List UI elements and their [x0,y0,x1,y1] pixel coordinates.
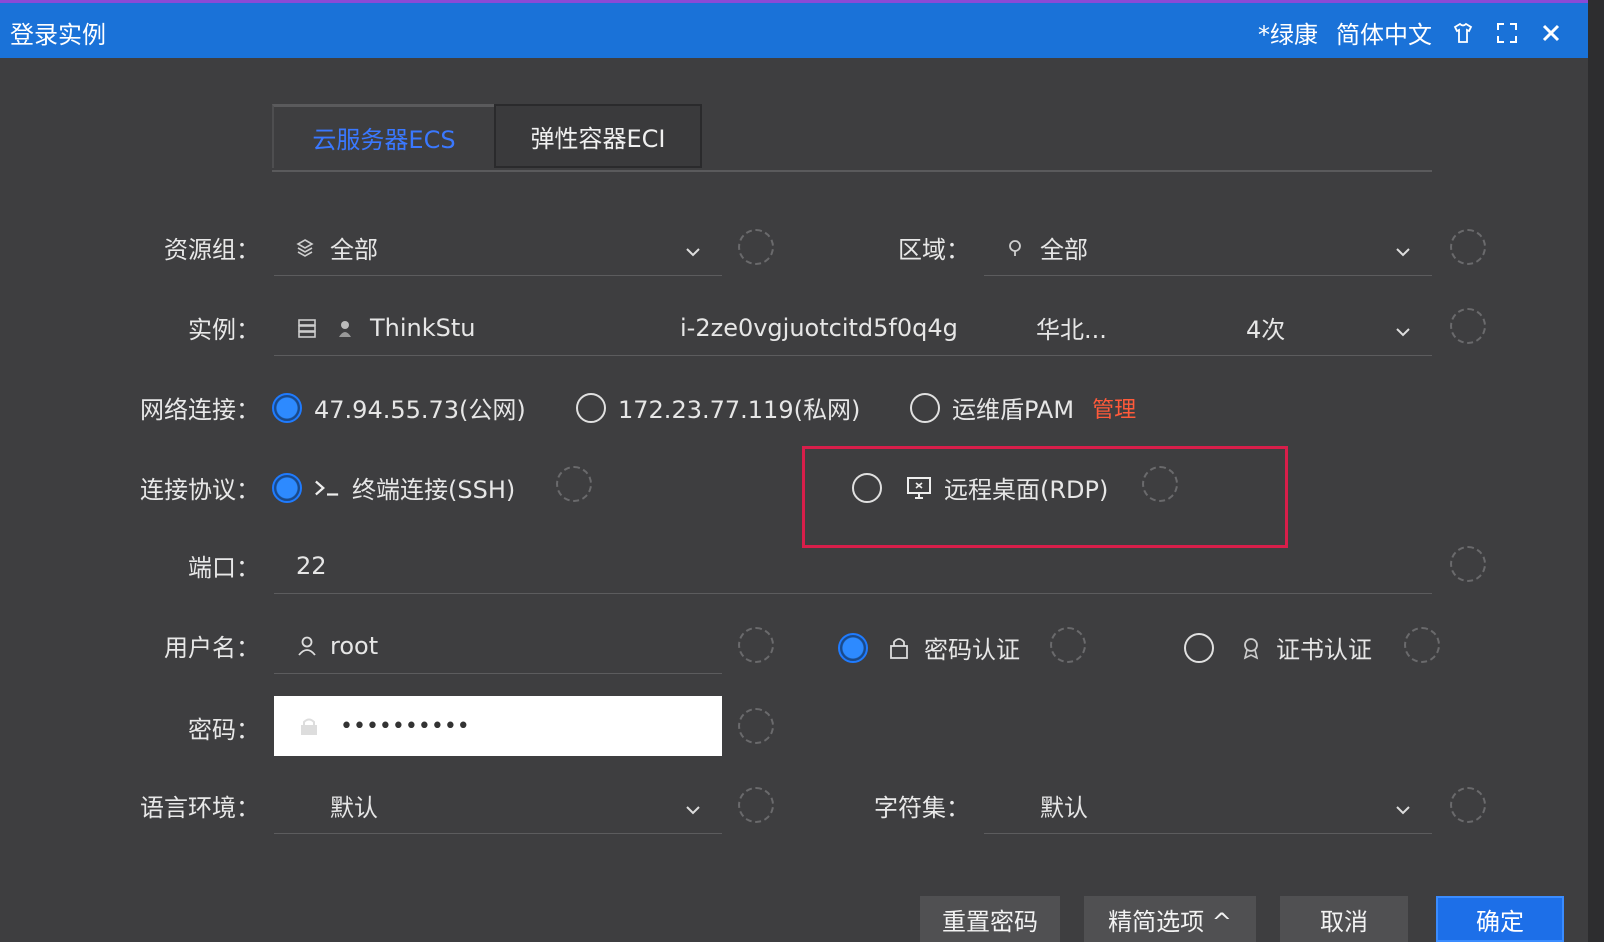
radio-selected[interactable] [838,632,868,663]
resource-group-label: 资源组： [164,236,260,264]
instance-region: 华北... [1036,316,1107,344]
user-icon [294,633,320,659]
resource-group-icon [292,235,318,261]
chevron-down-icon [684,797,702,815]
shirt-icon[interactable] [1450,20,1476,46]
window-title: 登录实例 [10,21,106,49]
region-value: 全部 [1040,236,1088,264]
region-label: 区域： [898,236,970,264]
protocol-option-rdp[interactable]: 远程桌面(RDP) [852,470,1108,505]
radio-unselected[interactable] [1184,632,1214,663]
resource-group-select[interactable]: 全部 [274,220,722,276]
help-icon[interactable] [1050,627,1086,663]
user-name[interactable]: *绿康 [1258,15,1318,50]
protocol-option-label: 远程桌面(RDP) [944,476,1109,504]
network-option-private[interactable]: 172.23.77.119(私网) [576,390,860,425]
instance-id: i-2ze0vgjuotcitd5f0q4g [680,313,958,342]
protocol-option-ssh[interactable]: 终端连接(SSH) [272,470,515,505]
help-icon[interactable] [738,787,774,823]
tab-eci[interactable]: 弹性容器ECI [494,104,702,168]
location-pin-icon [1002,235,1028,261]
charset-label: 字符集： [874,794,970,822]
radio-unselected[interactable] [576,392,606,423]
chevron-down-icon [1394,319,1412,337]
title-bar-controls: *绿康 简体中文 [1258,15,1564,50]
help-icon[interactable] [1404,627,1440,663]
password-label: 密码： [188,716,260,744]
username-value: root [330,631,379,660]
locale-value: 默认 [330,794,378,822]
network-option-label: 运维盾PAM [952,396,1075,424]
help-icon[interactable] [556,466,592,502]
tab-bar: 云服务器ECS 弹性容器ECI [272,104,702,172]
chevron-down-icon [1394,239,1412,257]
instance-login-count: 4次 [1246,316,1286,344]
charset-value: 默认 [1040,794,1088,822]
port-input[interactable]: 22 [274,538,1432,594]
network-option-label: 172.23.77.119(私网) [618,396,861,424]
simple-options-button[interactable]: 精简选项 ^ [1084,896,1256,942]
lock-icon [886,635,912,661]
locale-select[interactable]: 默认 [274,778,722,834]
radio-unselected[interactable] [910,392,940,423]
help-icon[interactable] [738,708,774,744]
pam-badge: 管理 [1092,397,1137,423]
chevron-down-icon [1394,797,1412,815]
help-icon[interactable] [1450,787,1486,823]
title-bar: 登录实例 *绿康 简体中文 [0,0,1588,58]
confirm-button[interactable]: 确定 [1436,896,1564,942]
locale-label: 语言环境： [140,794,260,822]
protocol-option-label: 终端连接(SSH) [352,476,516,504]
close-icon[interactable] [1538,20,1564,46]
cancel-button[interactable]: 取消 [1280,896,1408,942]
radio-selected[interactable] [272,472,302,503]
window-edge [1588,0,1604,942]
auth-option-label: 证书认证 [1276,636,1372,664]
password-input[interactable]: •••••••••• [274,696,722,756]
network-option-public[interactable]: 47.94.55.73(公网) [272,390,526,425]
charset-select[interactable]: 默认 [984,778,1432,834]
remote-desktop-icon [906,475,932,501]
chevron-down-icon [684,239,702,257]
os-icon [332,315,358,341]
instance-label: 实例： [188,316,260,344]
help-icon[interactable] [738,229,774,265]
help-icon[interactable] [738,627,774,663]
help-icon[interactable] [1142,466,1178,502]
help-icon[interactable] [1450,308,1486,344]
username-input[interactable]: root [274,618,722,674]
auth-option-label: 密码认证 [924,636,1020,664]
help-icon[interactable] [1450,229,1486,265]
network-option-label: 47.94.55.73(公网) [314,396,526,424]
region-select[interactable]: 全部 [984,220,1432,276]
protocol-label: 连接协议： [140,476,260,504]
radio-unselected[interactable] [852,472,882,503]
network-option-pam[interactable]: 运维盾PAM 管理 [910,390,1136,425]
tab-divider [272,170,1432,172]
language-selector[interactable]: 简体中文 [1336,15,1432,50]
tab-ecs[interactable]: 云服务器ECS [272,104,494,168]
instance-name: ThinkStu [370,313,476,342]
terminal-icon [314,475,340,501]
auth-option-password[interactable]: 密码认证 [838,630,1020,665]
username-label: 用户名： [164,634,260,662]
port-label: 端口： [188,554,260,582]
key-icon [296,713,322,739]
auth-option-certificate[interactable]: 证书认证 [1184,630,1372,665]
fullscreen-icon[interactable] [1494,20,1520,46]
reset-password-button[interactable]: 重置密码 [920,896,1060,942]
help-icon[interactable] [1450,546,1486,582]
radio-selected[interactable] [272,392,302,423]
instance-select[interactable]: ThinkStu i-2ze0vgjuotcitd5f0q4g 华北... 4次 [274,300,1432,356]
certificate-icon [1238,635,1264,661]
network-label: 网络连接： [140,396,260,424]
resource-group-value: 全部 [330,236,378,264]
password-value: •••••••••• [340,713,470,739]
server-icon [294,315,320,341]
